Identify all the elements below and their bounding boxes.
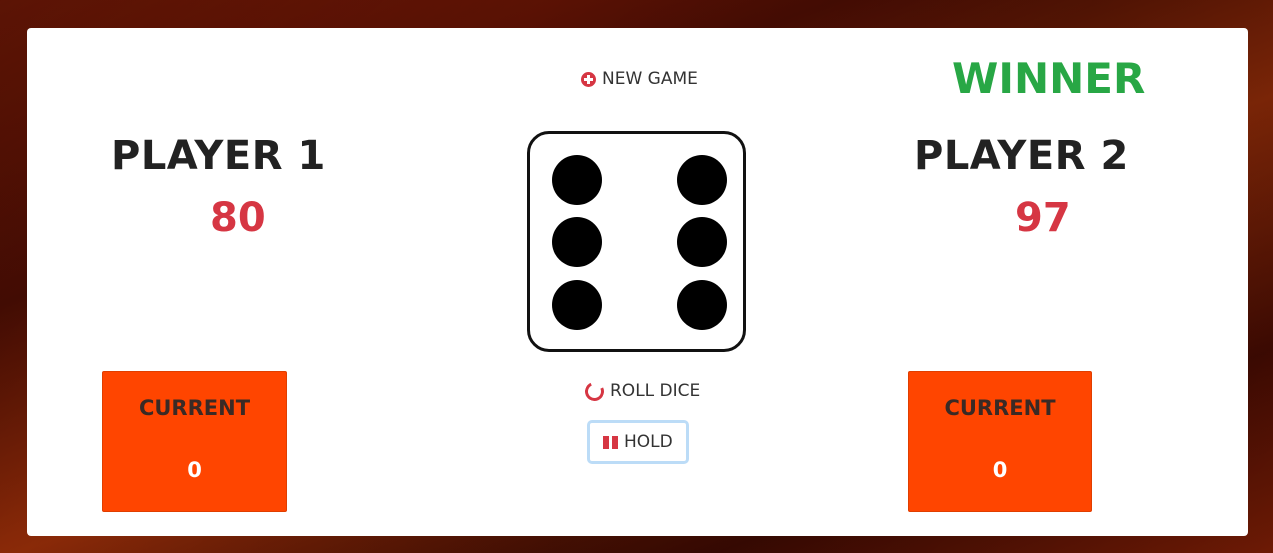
roll-dice-button[interactable]: ROLL DICE	[582, 378, 701, 404]
dice-pip	[677, 217, 727, 267]
dice-pip	[552, 217, 602, 267]
player-2-current-score: 0	[992, 458, 1008, 482]
player-1-current-label: CURRENT	[138, 396, 251, 420]
player-2-score: 97	[1015, 195, 1071, 241]
player-1-score: 80	[210, 195, 266, 241]
player-2-current-label: CURRENT	[944, 396, 1056, 420]
player-1-current-score: 0	[187, 458, 202, 482]
player-2-current-box: CURRENT 0	[908, 371, 1092, 512]
hold-button[interactable]: HOLD	[587, 420, 689, 464]
winner-label: WINNER	[952, 54, 1146, 103]
player-2-name: PLAYER 2	[914, 133, 1129, 179]
roll-dice-label: ROLL DICE	[610, 381, 701, 401]
dice-pip	[677, 155, 727, 205]
player-1-name: PLAYER 1	[111, 133, 326, 179]
game-board: PLAYER 1 80 CURRENT 0 NEW GAME ROLL DICE…	[27, 28, 1248, 536]
spinner-icon	[582, 378, 607, 404]
dice-pip	[552, 155, 602, 205]
dice-pip	[552, 280, 602, 330]
hold-label: HOLD	[624, 432, 673, 452]
new-game-button[interactable]: NEW GAME	[581, 69, 698, 89]
player-1-current-box: CURRENT 0	[102, 371, 287, 512]
dice-pip	[677, 280, 727, 330]
pause-icon	[603, 435, 618, 450]
plus-circle-icon	[581, 71, 596, 87]
dice	[527, 131, 746, 352]
new-game-label: NEW GAME	[602, 69, 698, 89]
